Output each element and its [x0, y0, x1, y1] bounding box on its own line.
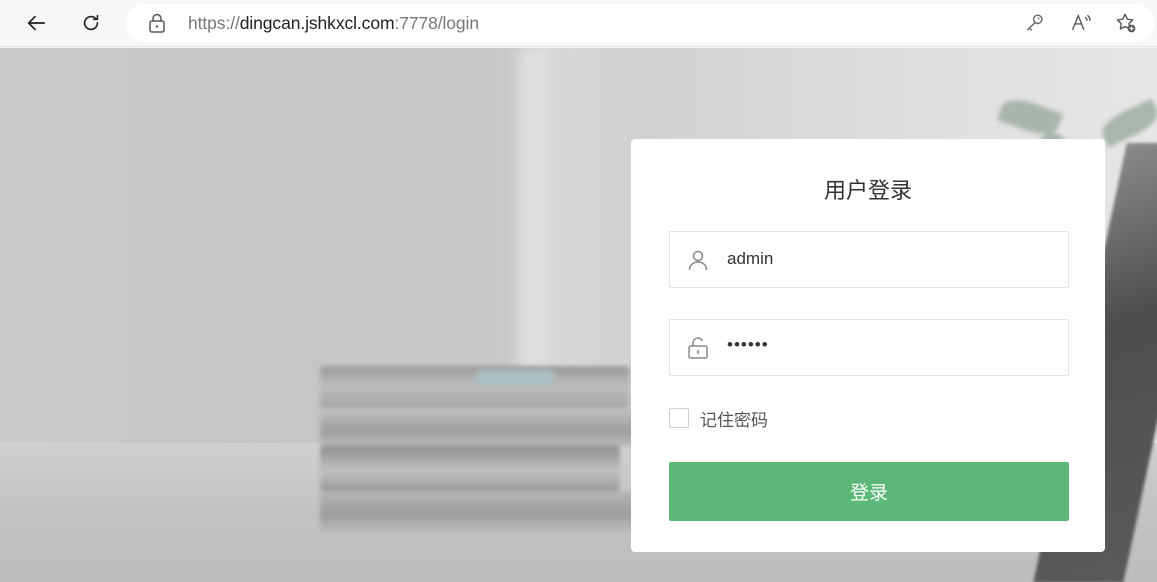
star-add-icon[interactable]	[1115, 12, 1137, 34]
key-icon[interactable]	[1024, 12, 1046, 34]
url-scheme: https://	[188, 13, 240, 33]
book	[320, 446, 620, 491]
user-icon	[688, 250, 708, 271]
username-value: admin	[727, 249, 774, 268]
login-title: 用户登录	[823, 178, 912, 203]
remember-password[interactable]: 记住密码	[669, 406, 768, 431]
reload-icon	[83, 14, 99, 31]
address-bar[interactable]: https://dingcan.jshkxcl.com:7778/login	[126, 4, 1154, 42]
reload-button[interactable]	[74, 6, 108, 40]
password-value: ••••••	[727, 335, 769, 354]
plant-leaf	[1097, 98, 1157, 148]
lock-icon[interactable]	[148, 13, 166, 33]
book	[320, 366, 630, 408]
book-stack	[320, 366, 650, 566]
url-path: :7778/login	[394, 13, 479, 33]
wall-shading	[515, 48, 555, 378]
url-host: dingcan.jshkxcl.com	[239, 13, 395, 33]
remember-label[interactable]: 记住密码	[700, 406, 768, 431]
arrow-left-icon	[27, 15, 46, 31]
login-card: 用户登录 admin •••••• 记住密码 登录	[631, 139, 1105, 552]
book	[320, 491, 650, 536]
book	[320, 408, 640, 446]
read-aloud-icon[interactable]	[1070, 12, 1092, 34]
username-field[interactable]: admin	[669, 231, 1069, 288]
unlock-icon	[688, 337, 708, 359]
book-accent	[475, 370, 555, 386]
login-button[interactable]: 登录	[669, 462, 1069, 521]
url-text[interactable]: https://dingcan.jshkxcl.com:7778/login	[188, 13, 479, 33]
remember-checkbox[interactable]	[669, 408, 689, 428]
browser-toolbar: https://dingcan.jshkxcl.com:7778/login	[0, 0, 1157, 47]
password-field[interactable]: ••••••	[669, 319, 1069, 376]
back-button[interactable]	[19, 6, 53, 40]
